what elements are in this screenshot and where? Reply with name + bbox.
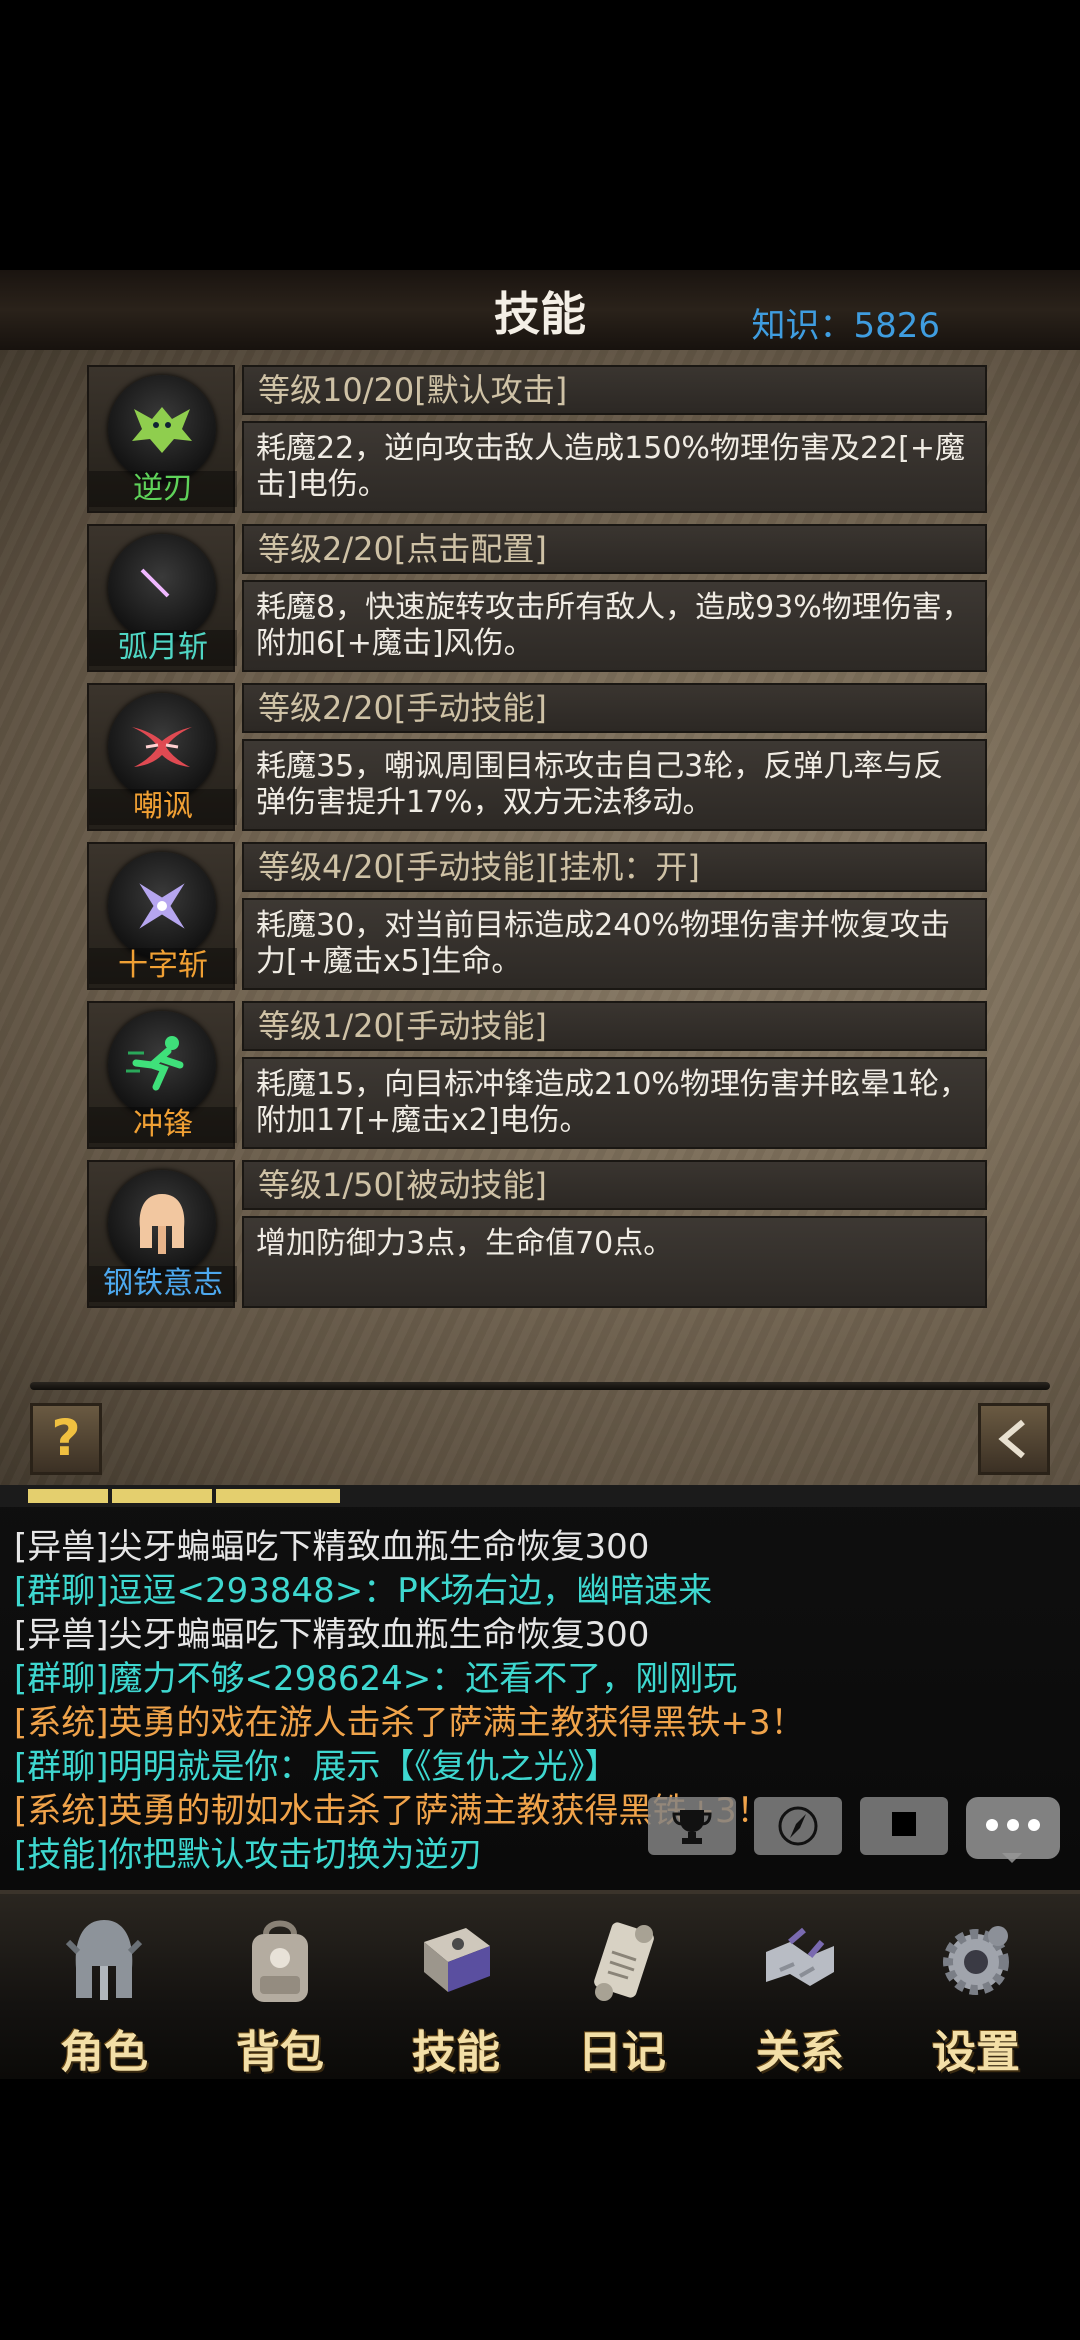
skill-description: 耗魔8，快速旋转攻击所有敌人，造成93%物理伤害，附加6[+魔击]风伤。 — [242, 580, 987, 672]
spartan-helmet-icon — [108, 1170, 216, 1278]
stop-icon — [892, 1812, 916, 1836]
skill-level: 等级1/20[手动技能] — [242, 1001, 987, 1051]
back-button[interactable] — [978, 1403, 1050, 1475]
trophy-icon — [672, 1810, 712, 1844]
skill-level: 等级10/20[默认攻击] — [242, 365, 987, 415]
title-bar: 技能 知识：5826 — [0, 270, 1080, 353]
nav-role[interactable]: 角色 — [34, 1894, 174, 2079]
skill-level: 等级2/20[手动技能] — [242, 683, 987, 733]
skill-icon-box[interactable]: 逆刃 — [87, 365, 237, 513]
crescent-slash-icon — [108, 534, 216, 642]
chat-message: [异兽]尖牙蝙蝠吃下精致血瓶生命恢复300 — [14, 1615, 650, 1655]
skill-icon-box[interactable]: 弧月斩 — [87, 524, 237, 672]
skill-info: 等级2/20[点击配置] 耗魔8，快速旋转攻击所有敌人，造成93%物理伤害，附加… — [242, 524, 991, 672]
cross-slash-icon — [108, 852, 216, 960]
skill-info: 等级10/20[默认攻击] 耗魔22，逆向攻击敌人造成150%物理伤害及22[+… — [242, 365, 991, 513]
skill-icon-box[interactable]: 钢铁意志 — [87, 1160, 237, 1308]
more-icon — [1007, 1819, 1019, 1831]
compass-icon — [778, 1806, 818, 1846]
gear-icon — [943, 1926, 1009, 1995]
skill-level: 等级1/50[被动技能] — [242, 1160, 987, 1210]
chat-message: [异兽]尖牙蝙蝠吃下精致血瓶生命恢复300 — [14, 1527, 650, 1567]
nav-label: 关系 — [756, 2027, 844, 2078]
skill-level: 等级2/20[点击配置] — [242, 524, 987, 574]
skill-row-huyuezhan[interactable]: 弧月斩 等级2/20[点击配置] 耗魔8，快速旋转攻击所有敌人，造成93%物理伤… — [87, 524, 991, 674]
skill-name: 嘲讽 — [89, 789, 237, 825]
progress-segment — [112, 1489, 212, 1503]
taunt-mask-icon — [108, 693, 216, 801]
skill-row-chaofeng[interactable]: 嘲讽 等级2/20[手动技能] 耗魔35，嘲讽周围目标攻击自己3轮，反弹几率与反… — [87, 683, 991, 833]
skill-name: 钢铁意志 — [89, 1266, 237, 1302]
skill-name: 弧月斩 — [89, 630, 237, 666]
skill-row-shizizhan[interactable]: 十字斩 等级4/20[手动技能][挂机：开] 耗魔30，对当前目标造成240%物… — [87, 842, 991, 992]
more-button[interactable] — [966, 1797, 1060, 1863]
skill-description: 耗魔30，对当前目标造成240%物理伤害并恢复攻击力[+魔击x5]生命。 — [242, 898, 987, 990]
stop-button[interactable] — [860, 1797, 948, 1855]
skill-row-chongfeng[interactable]: 冲锋 等级1/20[手动技能] 耗魔15，向目标冲锋造成210%物理伤害并眩晕1… — [87, 1001, 991, 1151]
skill-name: 十字斩 — [89, 948, 237, 984]
nav-label: 日记 — [578, 2027, 666, 2078]
nav-diary[interactable]: 日记 — [552, 1894, 692, 2079]
skill-icon-box[interactable]: 十字斩 — [87, 842, 237, 990]
chat-message: [群聊]魔力不够<298624>：还看不了，刚刚玩 — [14, 1659, 738, 1699]
panel-divider — [30, 1382, 1050, 1390]
skill-info: 等级1/20[手动技能] 耗魔15，向目标冲锋造成210%物理伤害并眩晕1轮，附… — [242, 1001, 991, 1149]
nav-relations[interactable]: 关系 — [730, 1894, 870, 2079]
skill-level: 等级4/20[手动技能][挂机：开] — [242, 842, 987, 892]
chat-progress-bar — [0, 1485, 1080, 1507]
back-arrow-icon — [998, 1419, 1025, 1459]
bottom-nav: 角色 背包 技能 日记 关系 设置 — [0, 1890, 1080, 2079]
chat-message: [群聊]明明就是你：展示【《复仇之光》】 — [14, 1747, 619, 1787]
skill-icon-box[interactable]: 嘲讽 — [87, 683, 237, 831]
wing-creature-icon — [108, 375, 216, 483]
nav-label: 背包 — [236, 2027, 324, 2078]
nav-label: 角色 — [60, 2027, 148, 2078]
skill-icon-box[interactable]: 冲锋 — [87, 1001, 237, 1149]
progress-segment — [216, 1489, 340, 1503]
knowledge-counter: 知识：5826 — [751, 306, 940, 346]
skill-info: 等级2/20[手动技能] 耗魔35，嘲讽周围目标攻击自己3轮，反弹几率与反弹伤害… — [242, 683, 991, 831]
helmet-icon — [65, 1920, 143, 2000]
skill-name: 冲锋 — [89, 1107, 237, 1143]
handshake-icon — [766, 1927, 834, 1986]
help-button[interactable]: ? — [30, 1403, 102, 1475]
skill-description: 增加防御力3点，生命值70点。 — [242, 1216, 987, 1308]
skill-book-icon — [424, 1928, 490, 1992]
skill-description: 耗魔22，逆向攻击敌人造成150%物理伤害及22[+魔击]电伤。 — [242, 421, 987, 513]
scroll-icon — [594, 1922, 654, 2001]
skill-info: 等级4/20[手动技能][挂机：开] 耗魔30，对当前目标造成240%物理伤害并… — [242, 842, 991, 990]
nav-backpack[interactable]: 背包 — [210, 1894, 350, 2079]
nav-settings[interactable]: 设置 — [906, 1894, 1046, 2079]
skill-name: 逆刃 — [89, 471, 237, 507]
skill-info: 等级1/50[被动技能] 增加防御力3点，生命值70点。 — [242, 1160, 991, 1308]
chat-message: [系统]英勇的戏在游人击杀了萨满主教获得黑铁+3！ — [14, 1703, 805, 1743]
chat-message: [群聊]逗逗<293848>：PK场右边，幽暗速来 — [14, 1571, 713, 1611]
skills-panel: 逆刃 等级10/20[默认攻击] 耗魔22，逆向攻击敌人造成150%物理伤害及2… — [0, 350, 1080, 1485]
skill-list: 逆刃 等级10/20[默认攻击] 耗魔22，逆向攻击敌人造成150%物理伤害及2… — [87, 365, 991, 1319]
skill-row-gangtieyizhi[interactable]: 钢铁意志 等级1/50[被动技能] 增加防御力3点，生命值70点。 — [87, 1160, 991, 1310]
progress-segment — [28, 1489, 108, 1503]
backpack-icon — [252, 1920, 308, 2002]
nav-label: 设置 — [932, 2027, 1020, 2078]
skill-description: 耗魔35，嘲讽周围目标攻击自己3轮，反弹几率与反弹伤害提升17%，双方无法移动。 — [242, 739, 987, 831]
nav-skills[interactable]: 技能 — [386, 1894, 526, 2079]
more-icon — [1028, 1819, 1040, 1831]
skill-row-niren[interactable]: 逆刃 等级10/20[默认攻击] 耗魔22，逆向攻击敌人造成150%物理伤害及2… — [87, 365, 991, 515]
nav-label: 技能 — [412, 2027, 500, 2078]
compass-button[interactable] — [754, 1797, 842, 1855]
skill-description: 耗魔15，向目标冲锋造成210%物理伤害并眩晕1轮，附加17[+魔击x2]电伤。 — [242, 1057, 987, 1149]
charge-runner-icon — [108, 1011, 216, 1119]
trophy-button[interactable] — [648, 1797, 736, 1855]
more-icon — [986, 1819, 998, 1831]
